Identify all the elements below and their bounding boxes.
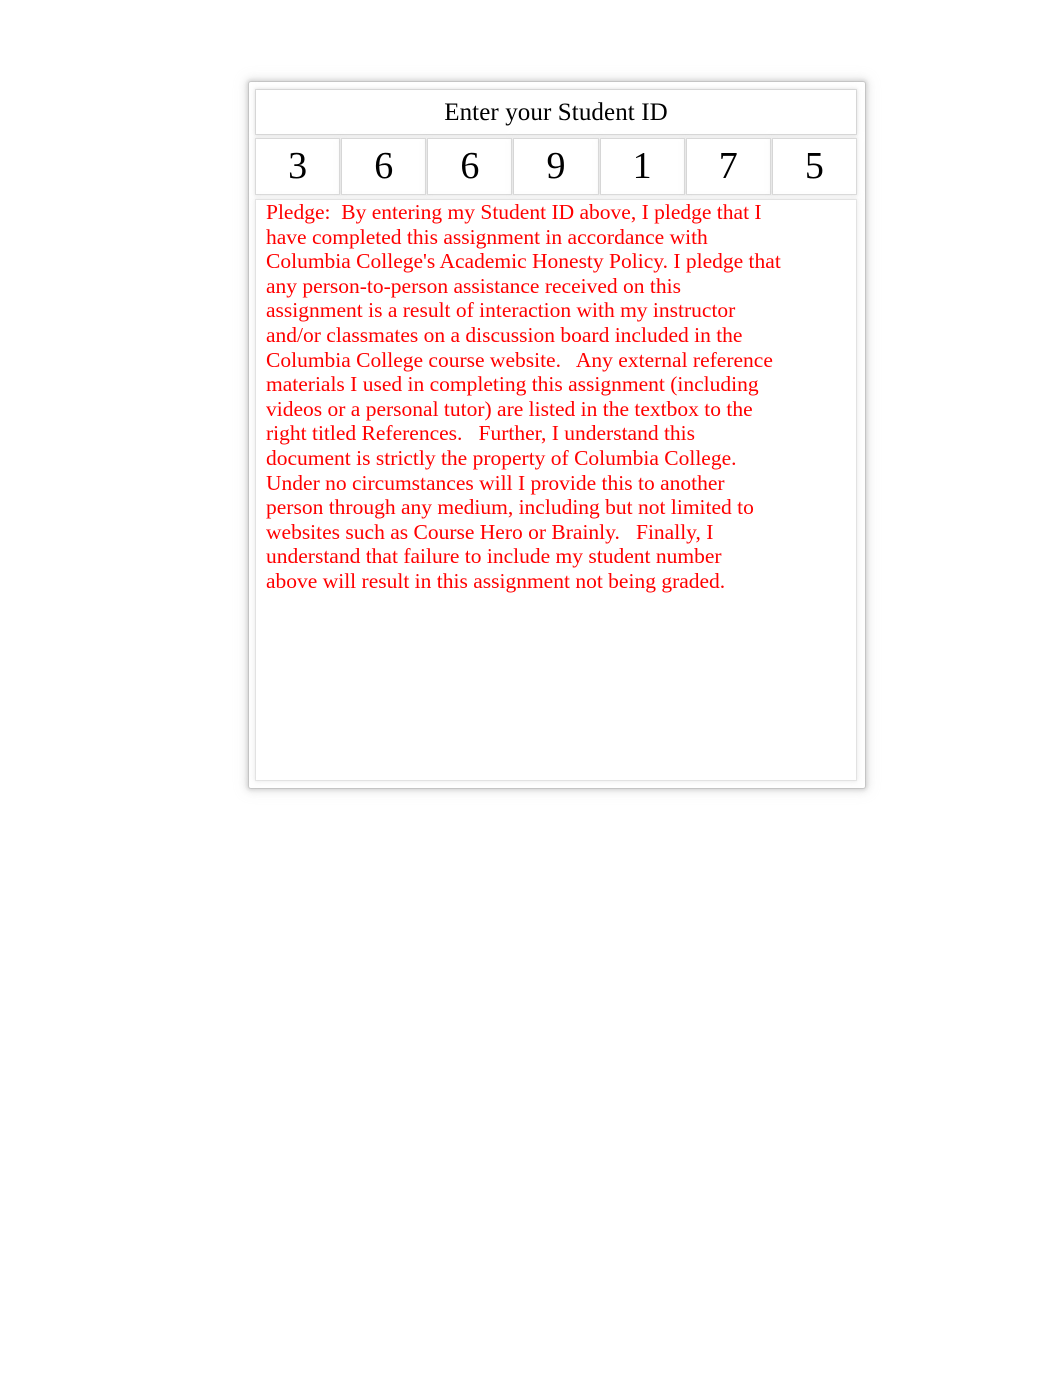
- student-id-header: Enter your Student ID: [256, 90, 856, 134]
- student-id-digit-value: 1: [632, 144, 652, 187]
- student-id-digit-value: 5: [804, 144, 824, 187]
- student-id-digit-cell-1[interactable]: 3: [256, 139, 340, 194]
- student-id-digit-value: 3: [288, 144, 308, 187]
- student-id-digit-cell-3[interactable]: 6: [428, 139, 512, 194]
- card-inner: Enter your Student ID 3 6 6 9 1 7 5 Pled…: [256, 90, 858, 782]
- student-id-digit-cell-2[interactable]: 6: [342, 139, 426, 194]
- student-id-digit-cell-4[interactable]: 9: [514, 139, 598, 194]
- student-id-digit-value: 6: [460, 144, 480, 187]
- student-id-digit-cell-7[interactable]: 5: [772, 139, 856, 194]
- student-id-digit-cell-6[interactable]: 7: [686, 139, 770, 194]
- student-id-digit-cell-5[interactable]: 1: [600, 139, 684, 194]
- pledge-box: Pledge: By entering my Student ID above,…: [256, 200, 856, 780]
- student-id-card: Enter your Student ID 3 6 6 9 1 7 5 Pled…: [249, 82, 865, 788]
- student-id-digit-value: 9: [546, 144, 566, 187]
- student-id-header-label: Enter your Student ID: [444, 98, 668, 126]
- pledge-text: Pledge: By entering my Student ID above,…: [266, 200, 781, 593]
- student-id-digit-row[interactable]: 3 6 6 9 1 7 5: [256, 139, 856, 194]
- student-id-digit-value: 7: [718, 144, 738, 187]
- student-id-digit-value: 6: [374, 144, 394, 187]
